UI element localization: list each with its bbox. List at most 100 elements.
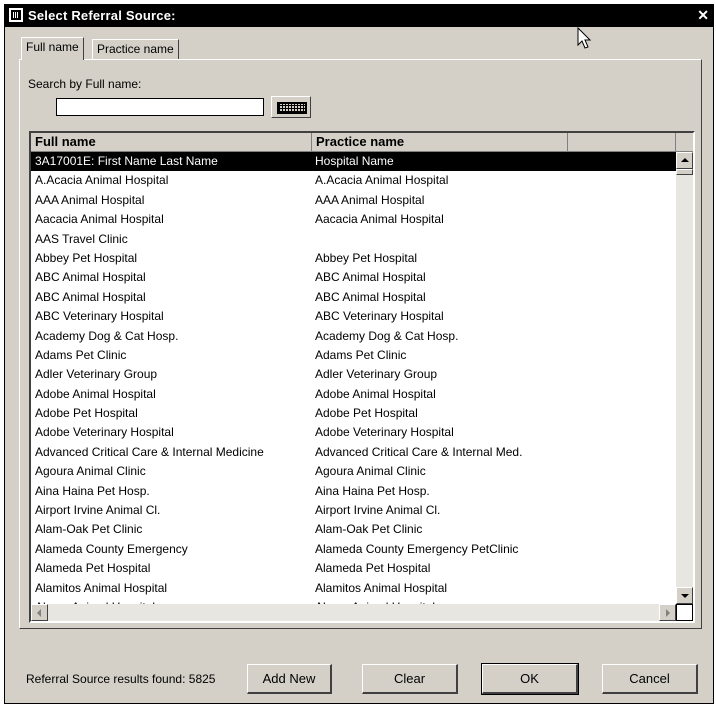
results-count: 5825 bbox=[188, 672, 216, 686]
cell-full-name: Alamitos Animal Hospital bbox=[35, 580, 168, 595]
grid-header: Full name Practice name bbox=[31, 133, 693, 152]
clear-button[interactable]: Clear bbox=[362, 664, 458, 694]
table-row[interactable]: Advanced Critical Care & Internal Medici… bbox=[31, 443, 676, 462]
table-row[interactable]: Adobe Veterinary Hospital Adobe Veterinar… bbox=[31, 423, 676, 442]
tab-full-name[interactable]: Full name bbox=[21, 37, 84, 60]
cancel-button[interactable]: Cancel bbox=[602, 664, 698, 694]
cell-practice-name: Aina Haina Pet Hosp. bbox=[315, 483, 430, 498]
window-title: Select Referral Source: bbox=[28, 8, 176, 23]
cell-practice-name: Agoura Animal Clinic bbox=[315, 464, 426, 479]
cell-full-name: Adobe Pet Hospital bbox=[35, 406, 138, 421]
cell-practice-name: Adams Pet Clinic bbox=[315, 347, 407, 362]
cell-full-name: Alameda Pet Hospital bbox=[35, 561, 151, 576]
table-row[interactable]: ABC Veterinary Hospital ABC Veterinary Ho… bbox=[31, 307, 676, 326]
cell-full-name: ABC Animal Hospital bbox=[35, 289, 146, 304]
cell-practice-name: Alamitos Animal Hospital bbox=[315, 580, 448, 595]
cell-full-name: Aacacia Animal Hospital bbox=[35, 212, 164, 227]
cell-practice-name: Adobe Pet Hospital bbox=[315, 406, 418, 421]
scrollbar-corner bbox=[676, 604, 693, 621]
cell-full-name: Agoura Animal Clinic bbox=[35, 464, 146, 479]
cell-full-name: Adobe Animal Hospital bbox=[35, 386, 156, 401]
table-row[interactable]: Academy Dog & Cat Hosp. Academy Dog & Cat… bbox=[31, 327, 676, 346]
arrow-right-icon bbox=[666, 609, 670, 617]
search-input[interactable] bbox=[56, 98, 264, 116]
keyboard-button[interactable] bbox=[271, 96, 311, 118]
vertical-scrollbar[interactable] bbox=[676, 152, 693, 604]
table-row[interactable]: Aacacia Animal Hospital Aacacia Animal Ho… bbox=[31, 210, 676, 229]
cell-practice-name: Alameda Pet Hospital bbox=[315, 561, 431, 576]
table-row[interactable]: AAA Animal Hospital AAA Animal Hospital bbox=[31, 191, 676, 210]
cell-practice-name: AAA Animal Hospital bbox=[315, 192, 425, 207]
arrow-up-icon bbox=[681, 158, 689, 162]
cell-full-name: Academy Dog & Cat Hosp. bbox=[35, 328, 179, 343]
cell-full-name: AAS Travel Clinic bbox=[35, 231, 128, 246]
title-bar[interactable]: Select Referral Source: ✕ bbox=[5, 5, 713, 27]
table-row[interactable]: ABC Animal Hospital ABC Animal Hospital bbox=[31, 268, 676, 287]
column-header-empty bbox=[568, 133, 676, 151]
cell-full-name: Adams Pet Clinic bbox=[35, 347, 127, 362]
table-row[interactable]: Airport Irvine Animal Cl. Airport Irvine … bbox=[31, 501, 676, 520]
app-icon bbox=[9, 8, 23, 22]
cell-practice-name: ABC Animal Hospital bbox=[315, 270, 426, 285]
cell-full-name: Adler Veterinary Group bbox=[35, 367, 158, 382]
scroll-right-button[interactable] bbox=[659, 604, 676, 621]
table-row[interactable]: 3A17001E: First Name Last Name Hospital N… bbox=[31, 152, 676, 172]
table-row[interactable]: Alameda Pet Hospital Alameda Pet Hospital bbox=[31, 559, 676, 578]
cell-practice-name: Aacacia Animal Hospital bbox=[315, 212, 444, 227]
cell-practice-name: Alam-Oak Pet Clinic bbox=[315, 522, 423, 537]
keyboard-icon bbox=[277, 102, 307, 114]
cell-practice-name: Alameda County Emergency PetClinic bbox=[315, 541, 519, 556]
cell-practice-name: Adobe Animal Hospital bbox=[315, 386, 436, 401]
close-icon[interactable]: ✕ bbox=[697, 7, 709, 24]
cell-full-name: Airport Irvine Animal Cl. bbox=[35, 503, 161, 518]
horizontal-scrollbar[interactable] bbox=[31, 604, 676, 621]
table-row[interactable]: Adams Pet Clinic Adams Pet Clinic bbox=[31, 346, 676, 365]
add-new-button[interactable]: Add New bbox=[247, 664, 332, 694]
cell-full-name: Aina Haina Pet Hosp. bbox=[35, 483, 150, 498]
referral-source-grid: Full name Practice name 3A17001E: First … bbox=[29, 131, 695, 623]
column-header-practice-name[interactable]: Practice name bbox=[312, 133, 568, 151]
table-row[interactable]: Aina Haina Pet Hosp. Aina Haina Pet Hosp. bbox=[31, 482, 676, 501]
table-row[interactable]: Agoura Animal Clinic Agoura Animal Clinic bbox=[31, 462, 676, 481]
scroll-down-button[interactable] bbox=[676, 587, 693, 604]
scroll-thumb[interactable] bbox=[676, 169, 693, 175]
arrow-down-icon bbox=[681, 594, 689, 598]
table-row[interactable]: Adobe Pet Hospital Adobe Pet Hospital bbox=[31, 404, 676, 423]
table-row[interactable]: Adler Veterinary Group Adler Veterinary G… bbox=[31, 365, 676, 384]
arrow-left-icon bbox=[37, 609, 41, 617]
grid-rows: 3A17001E: First Name Last Name Hospital N… bbox=[31, 152, 676, 617]
cell-full-name: Alameda County Emergency bbox=[35, 541, 188, 556]
table-row[interactable]: Adobe Animal Hospital Adobe Animal Hospit… bbox=[31, 385, 676, 404]
table-row[interactable]: ABC Animal Hospital ABC Animal Hospital bbox=[31, 288, 676, 307]
cell-practice-name: Advanced Critical Care & Internal Med. bbox=[315, 444, 523, 459]
table-row[interactable]: Alameda County Emergency Alameda County E… bbox=[31, 540, 676, 559]
cell-practice-name: ABC Veterinary Hospital bbox=[315, 309, 444, 324]
ok-button[interactable]: OK bbox=[481, 663, 579, 695]
table-row[interactable]: AAS Travel Clinic bbox=[31, 230, 676, 249]
cell-full-name: A.Acacia Animal Hospital bbox=[35, 173, 169, 188]
cell-practice-name: ABC Animal Hospital bbox=[315, 289, 426, 304]
cell-full-name: 3A17001E: First Name Last Name bbox=[35, 154, 218, 168]
table-row[interactable]: Alam-Oak Pet Clinic Alam-Oak Pet Clinic bbox=[31, 520, 676, 539]
cell-full-name: ABC Veterinary Hospital bbox=[35, 309, 164, 324]
results-label-text: Referral Source results found: bbox=[26, 672, 186, 686]
scroll-up-button[interactable] bbox=[676, 152, 693, 169]
cell-practice-name: Adobe Veterinary Hospital bbox=[315, 425, 454, 440]
table-row[interactable]: Abbey Pet Hospital Abbey Pet Hospital bbox=[31, 249, 676, 268]
tab-practice-name[interactable]: Practice name bbox=[92, 39, 179, 59]
cell-full-name: Alam-Oak Pet Clinic bbox=[35, 522, 143, 537]
scroll-left-button[interactable] bbox=[31, 604, 48, 621]
cell-full-name: AAA Animal Hospital bbox=[35, 192, 145, 207]
cell-practice-name: Adler Veterinary Group bbox=[315, 367, 438, 382]
cell-practice-name: Abbey Pet Hospital bbox=[315, 250, 418, 265]
search-label: Search by Full name: bbox=[28, 77, 142, 91]
cell-full-name: Adobe Veterinary Hospital bbox=[35, 425, 174, 440]
column-header-full-name[interactable]: Full name bbox=[31, 133, 312, 151]
cell-full-name: Advanced Critical Care & Internal Medici… bbox=[35, 444, 264, 459]
table-row[interactable]: A.Acacia Animal Hospital A.Acacia Animal … bbox=[31, 171, 676, 190]
table-row[interactable]: Alamitos Animal Hospital Alamitos Animal … bbox=[31, 579, 676, 598]
cell-full-name: Abbey Pet Hospital bbox=[35, 250, 138, 265]
results-found-label: Referral Source results found: 5825 bbox=[26, 672, 215, 686]
cell-full-name: ABC Animal Hospital bbox=[35, 270, 146, 285]
cell-practice-name: A.Acacia Animal Hospital bbox=[315, 173, 449, 188]
